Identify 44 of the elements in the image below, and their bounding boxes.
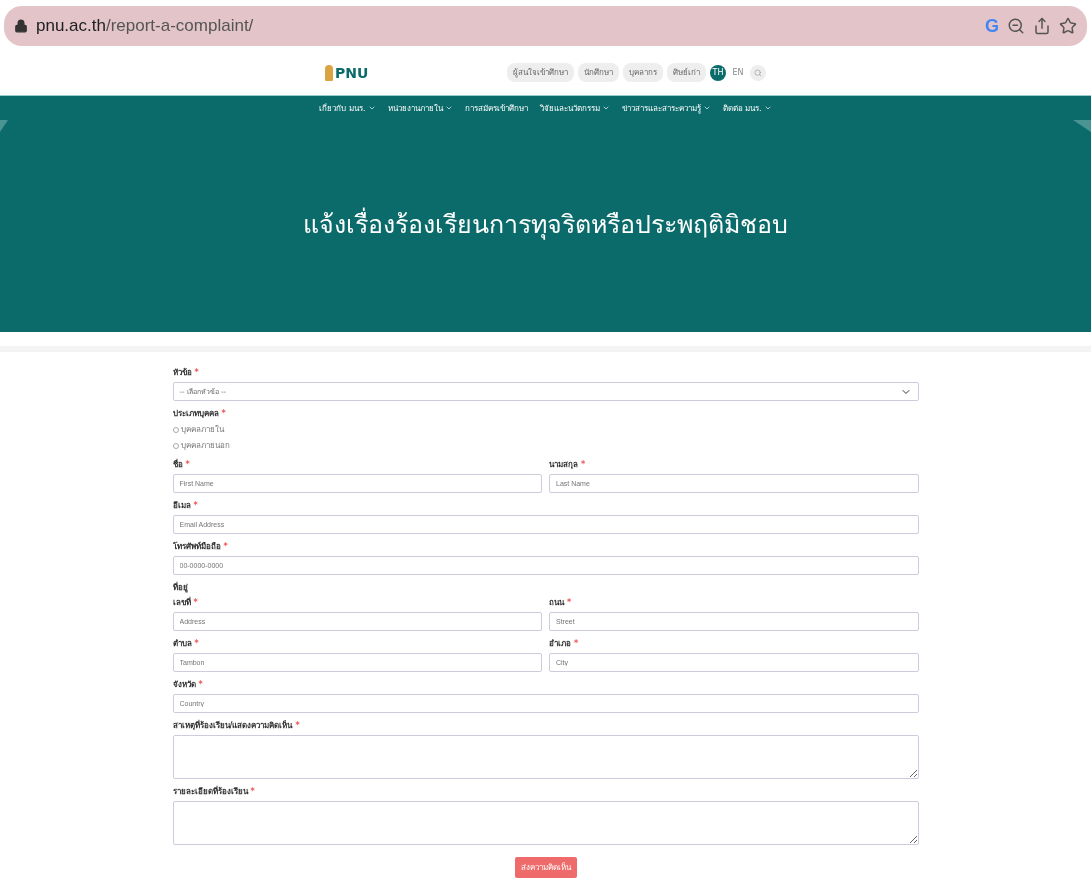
radio-circle[interactable] <box>172 426 179 433</box>
field-label: นามสกุล * <box>549 459 587 471</box>
corner-triangle <box>1073 120 1091 132</box>
star-icon[interactable] <box>1059 17 1077 35</box>
header-link[interactable]: ผู้สนใจเข้าศึกษา <box>507 63 574 82</box>
url-text: pnu.ac.th/report-a-complaint/ <box>36 16 255 36</box>
language-toggle[interactable]: TH <box>710 64 726 81</box>
share-icon[interactable] <box>1033 17 1051 35</box>
header-link[interactable]: บุคลากร <box>623 63 663 82</box>
field-label: รายละเอียดที่ร้องเรียน * <box>172 785 256 798</box>
section-label: ที่อยู่ <box>172 581 189 594</box>
field-label: โทรศัพท์มือถือ * <box>172 540 229 553</box>
search-icon <box>754 68 762 77</box>
field-label: สาเหตุที่ร้องเรียน/แสดงความคิดเห็น * <box>172 719 301 732</box>
field-label: อีเมล * <box>172 500 199 512</box>
field-label: เลขที่ * <box>172 596 199 609</box>
text-area[interactable] <box>172 735 919 779</box>
text-area[interactable] <box>172 801 919 845</box>
header-link[interactable]: ศิษย์เก่า <box>667 63 706 82</box>
nav-item[interactable]: ติดต่อ มนร. <box>722 101 772 115</box>
site-logo[interactable]: PNU <box>325 64 369 81</box>
nav-item[interactable]: ข่าวสารและสาระความรู้ <box>621 101 711 115</box>
language-toggle[interactable]: EN <box>730 64 746 81</box>
nav-item[interactable]: หน่วยงานภายใน <box>387 101 453 115</box>
header-link[interactable]: นักศึกษา <box>578 63 619 82</box>
field-label: หัวข้อ * <box>172 367 200 379</box>
corner-triangle <box>0 120 8 132</box>
field-label: ถนน * <box>549 597 573 609</box>
radio-option[interactable]: บุคคลภายใน <box>172 423 919 436</box>
zoom-icon[interactable] <box>1007 17 1025 35</box>
lock-icon <box>14 19 28 33</box>
page-title: แจ้งเรื่องร้องเรียนการทุจริตหรือประพฤติมิชอบ <box>303 204 788 244</box>
nav-item[interactable]: เกี่ยวกับ มนร. <box>319 101 376 115</box>
address-bar[interactable]: pnu.ac.th/report-a-complaint/ G <box>4 6 1087 46</box>
nav-item[interactable]: การสมัครเข้าศึกษา <box>464 101 528 115</box>
nav-item[interactable]: วิจัยและนวัตกรรม <box>539 101 610 115</box>
field-label: อำเภอ * <box>549 638 580 650</box>
radio-option[interactable]: บุคคลภายนอก <box>172 439 919 452</box>
field-label: ชื่อ * <box>172 458 191 471</box>
search-button[interactable] <box>750 64 766 81</box>
radio-circle[interactable] <box>172 442 179 449</box>
field-label: ประเภทบุคคล * <box>172 408 227 420</box>
field-label: จังหวัด * <box>172 679 204 691</box>
field-label: ตำบล * <box>172 638 200 650</box>
